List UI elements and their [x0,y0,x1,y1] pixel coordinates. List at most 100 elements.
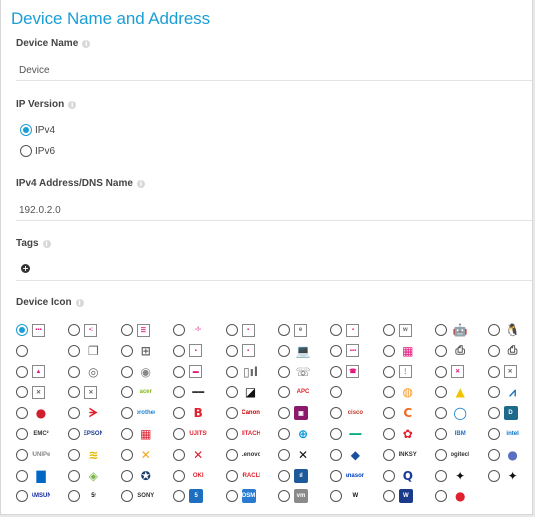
device-icon-option[interactable]: ● [435,488,469,504]
device-icon-option[interactable]: ⊕ [278,426,312,442]
device-icon-radio[interactable] [487,386,500,399]
device-icon-radio[interactable] [173,324,186,336]
device-icon-radio[interactable] [68,365,81,378]
address-input[interactable]: 192.0.2.0 [19,205,61,216]
ipv6-radio[interactable] [20,145,32,157]
device-icon-radio[interactable] [435,324,448,336]
device-icon-radio[interactable] [120,407,133,420]
device-icon-radio[interactable] [330,490,343,503]
device-icon-option[interactable]: DSM [225,488,256,504]
device-icon-option[interactable]: ▪▪▪ [330,343,360,359]
device-icon-option[interactable]: ▪ [225,322,255,338]
device-icon-option[interactable]: W [382,488,413,504]
device-icon-radio[interactable] [173,386,186,399]
device-icon-option[interactable]: W [330,488,364,504]
device-icon-option[interactable]: ▇ [16,468,50,484]
device-icon-option[interactable]: ☏ [278,364,312,380]
device-icon-option[interactable]: logitech [435,447,469,463]
device-icon-option[interactable]: ᗒ [68,405,102,421]
device-icon-radio[interactable] [16,469,28,482]
device-icon-option[interactable]: ✕ [487,364,517,380]
device-icon-radio[interactable] [330,428,343,440]
device-icon-option[interactable]: ▲ [435,384,469,400]
device-icon-radio[interactable] [278,365,290,378]
device-icon-option[interactable]: ⋮ [382,364,412,380]
device-icon-option[interactable]: vm [278,488,308,504]
device-icon-radio[interactable] [330,407,343,420]
device-icon-option[interactable]: B [173,405,207,421]
device-icon-radio[interactable] [68,469,81,482]
device-icon-option[interactable]: APC [278,384,312,400]
info-icon[interactable]: i [75,298,84,307]
device-icon-option[interactable]: ▪▪▪ [16,322,45,338]
device-icon-option[interactable]: Panasonic [330,468,364,484]
device-icon-option[interactable]: ▣ [278,405,308,421]
ipv4-radio[interactable] [20,124,32,136]
device-icon-radio[interactable] [382,407,395,420]
device-icon-radio[interactable] [173,365,186,378]
device-icon-radio[interactable] [225,407,238,420]
device-icon-option[interactable]: SAMSUNG [16,488,50,504]
device-icon-option[interactable]: ✕ [278,447,312,463]
device-icon-option[interactable]: ▪ [173,343,203,359]
device-icon-option[interactable]: ≋ [68,447,102,463]
device-icon-option[interactable]: ✕ [16,384,45,400]
add-tag-icon[interactable]: + [21,264,30,273]
device-icon-radio[interactable] [435,448,448,461]
device-icon-radio[interactable] [68,386,81,399]
device-icon-option[interactable]: ☎ [330,364,360,380]
device-icon-option[interactable]: ⊞ [120,343,155,359]
device-icon-option[interactable]: ▪ [225,343,255,359]
device-icon-option[interactable]: ✕ [120,447,155,463]
device-icon-radio[interactable] [120,428,133,440]
device-icon-radio[interactable] [16,448,28,461]
device-icon-radio[interactable] [68,344,81,357]
device-icon-option[interactable]: 🐧 [487,322,522,338]
device-icon-radio[interactable] [330,386,343,399]
device-icon-option[interactable]: EMC² [16,426,50,442]
device-icon-option[interactable]: ◉ [120,364,155,380]
device-icon-radio[interactable] [16,407,28,420]
device-icon-radio[interactable] [16,365,28,378]
device-icon-radio[interactable] [16,324,28,336]
device-icon-radio[interactable] [382,344,395,357]
device-icon-option[interactable]: ◍ [382,384,417,400]
device-icon-radio[interactable] [120,344,133,357]
device-icon-radio[interactable] [487,365,500,378]
device-icon-radio[interactable] [120,448,133,461]
device-icon-option[interactable]: OKI [173,468,207,484]
device-icon-radio[interactable] [68,490,81,503]
device-icon-radio[interactable] [382,428,395,440]
device-icon-radio[interactable] [225,428,238,440]
device-icon-radio[interactable] [278,344,290,357]
device-icon-option[interactable]: ✦ [435,468,469,484]
device-icon-radio[interactable] [487,448,500,461]
device-icon-radio[interactable] [120,469,133,482]
device-icon-option[interactable]: ⎙ [435,343,469,359]
device-icon-radio[interactable] [278,448,290,461]
device-icon-radio[interactable] [435,386,448,399]
device-icon-radio[interactable] [487,344,500,357]
device-icon-radio[interactable] [278,324,290,336]
device-icon-option[interactable]: ▦ [382,343,417,359]
device-icon-radio[interactable] [68,428,81,440]
device-icon-option[interactable]: ▦ [120,426,155,442]
device-icon-option[interactable]: Q [382,468,417,484]
device-icon-radio[interactable] [120,490,133,503]
device-icon-radio[interactable] [225,448,238,461]
device-icon-radio[interactable] [173,469,186,482]
device-icon-option[interactable]: ▲ [16,364,45,380]
device-icon-radio[interactable] [487,428,500,440]
device-icon-radio[interactable] [16,344,28,357]
device-icon-option[interactable] [330,384,364,400]
device-icon-option[interactable]: e [278,322,307,338]
device-icon-option[interactable]: ☰ [120,322,150,338]
device-icon-option[interactable]: ✕ [435,364,465,380]
device-icon-radio[interactable] [330,448,343,461]
device-icon-radio[interactable] [173,448,186,461]
device-icon-radio[interactable] [382,469,395,482]
device-icon-radio[interactable] [68,324,81,336]
device-icon-radio[interactable] [120,324,133,336]
device-icon-radio[interactable] [120,365,133,378]
info-icon[interactable]: i [68,100,77,109]
